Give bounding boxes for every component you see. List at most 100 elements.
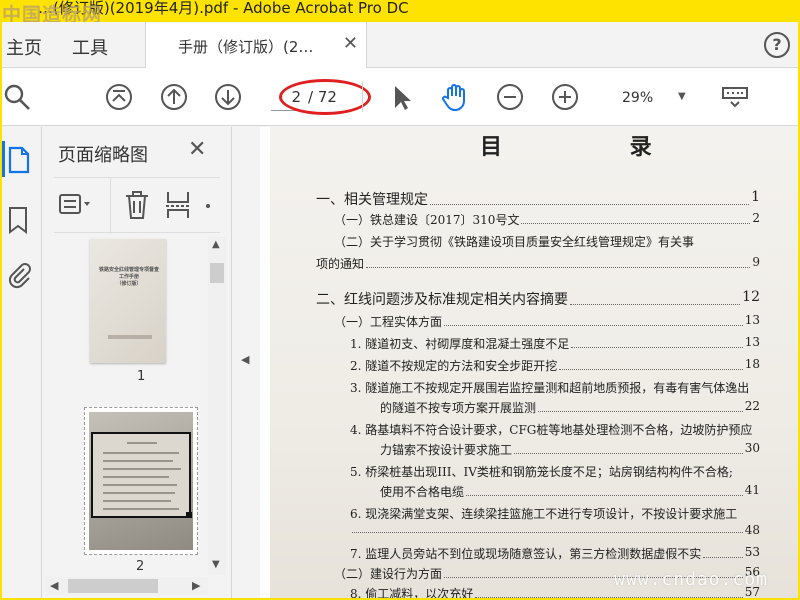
rail-active-indicator — [2, 141, 5, 177]
toc-entry-text: 的隧道不按专项方案开展监测 — [380, 401, 537, 415]
toc-entry: 5. 桥梁桩基出现III、IV类桩和钢筋笼长度不足；站房钢结构构件不合格; — [350, 463, 760, 480]
toc-entry-text: 6. 现浇梁满堂支架、连续梁挂篮施工不进行专项设计，不按设计要求施工 — [350, 507, 738, 521]
scroll-down-icon[interactable]: ▼ — [212, 559, 220, 570]
zoom-dropdown-icon[interactable]: ▼ — [678, 91, 686, 102]
toc-leader-dots — [366, 255, 751, 268]
toc-entry-page: 12 — [742, 289, 760, 305]
toc-leader-dots — [430, 189, 750, 205]
toc-entry: 项的通知 9 — [316, 255, 760, 272]
thumbnail-1-text: 铁路安全红线管理专项督查工作手册 （修订版） — [98, 267, 159, 287]
toc-entry: 7. 监理人员旁站不到位或现场随意签认，第三方检测数据虚假不实 53 — [350, 545, 760, 562]
scroll-right-icon[interactable]: ▶ — [192, 579, 200, 592]
scrollbar-thumb[interactable] — [68, 579, 158, 593]
toc-entry-page: 41 — [744, 483, 760, 497]
crop-pages-icon[interactable] — [164, 190, 192, 220]
toc-entry: 一、相关管理规定 1 — [316, 189, 760, 209]
bookmark-icon[interactable] — [6, 205, 32, 235]
viewport-selection-box[interactable] — [91, 432, 191, 518]
thumbnail-vertical-scrollbar[interactable]: ▲ ▼ — [208, 237, 226, 575]
options-menu-icon[interactable] — [58, 192, 92, 218]
thumb-line — [103, 484, 177, 486]
collapse-panel-icon[interactable]: ◀ — [241, 353, 249, 366]
toc-entry-text: （二）关于学习贯彻《铁路建设项目质量安全红线管理规定》有关事 — [334, 235, 695, 249]
toc-entry: 3. 隧道施工不按规定开展围岩监控量测和超前地质预报，有毒有害气体逸出 — [350, 379, 760, 396]
panel-collapse-strip[interactable]: ◀ — [232, 127, 260, 598]
toc-entry: （一）工程实体方面 13 — [334, 313, 760, 330]
next-page-icon[interactable] — [213, 82, 243, 112]
attachment-icon[interactable] — [6, 259, 32, 289]
first-page-icon[interactable] — [104, 82, 134, 112]
toc-entry-text: 2. 隧道不按规定的方法和安全步距开挖 — [350, 359, 558, 373]
toc-entry-page: 53 — [744, 545, 760, 559]
tab-document[interactable]: 手册（修订版）(2… ✕ — [145, 22, 367, 68]
panel-divider — [110, 178, 111, 234]
panel-toolbar — [54, 177, 220, 234]
toc-leader-dots — [571, 335, 743, 348]
document-view[interactable]: 目 录 一、相关管理规定 1 （一）铁总建设〔2017〕310号文 2 （二）关于学习贯… — [260, 127, 798, 598]
toc-leader-dots — [696, 233, 758, 246]
toc-entry-text: 1. 隧道初支、衬砌厚度和混凝土强度不足 — [350, 337, 570, 351]
tab-tools[interactable]: 工具 — [72, 34, 108, 60]
thumbnail-page-2[interactable] — [84, 407, 198, 555]
toc-leader-dots — [444, 313, 743, 326]
thumb-line — [127, 442, 157, 444]
toc-entry-text: 5. 桥梁桩基出现III、IV类桩和钢筋笼长度不足；站房钢结构构件不合格; — [350, 465, 733, 479]
close-tab-icon[interactable]: ✕ — [343, 33, 358, 54]
toc-leader-dots — [703, 545, 743, 558]
toc-leader-dots — [559, 357, 743, 370]
thumbnail-label: 2 — [136, 559, 145, 573]
toolbar: 2 / 72 29% ▼ — [2, 68, 798, 126]
tab-document-label: 手册（修订版）(2… — [178, 38, 314, 56]
toc-entry: 48 — [350, 523, 760, 537]
zoom-in-icon[interactable] — [550, 82, 580, 112]
toc-leader-dots — [735, 463, 758, 476]
previous-page-icon[interactable] — [159, 82, 189, 112]
toc-entry-text: 一、相关管理规定 — [316, 192, 428, 208]
thumb-line — [103, 508, 179, 510]
toc-leader-dots — [739, 505, 758, 518]
help-icon[interactable]: ? — [764, 32, 790, 58]
toc-entry-text: 7. 监理人员旁站不到位或现场随意签认，第三方检测数据虚假不实 — [350, 547, 702, 561]
toc-entry-text: （一）工程实体方面 — [334, 315, 443, 329]
toc-entry-text: 二、红线问题涉及标准规定相关内容摘要 — [316, 292, 568, 308]
page-thumbnails-icon[interactable] — [6, 145, 32, 175]
zoom-level[interactable]: 29% — [622, 90, 653, 106]
hand-tool-icon[interactable] — [440, 82, 470, 112]
toc-entry-text: （二）建设行为方面 — [334, 567, 443, 581]
toc-leader-dots — [751, 379, 758, 392]
scrollbar-thumb[interactable] — [210, 263, 224, 283]
search-icon[interactable] — [2, 82, 32, 112]
select-arrow-icon[interactable] — [386, 82, 416, 112]
toc-entry: 使用不合格电缆 41 — [380, 483, 760, 500]
toc-leader-dots — [754, 421, 758, 434]
tab-home[interactable]: 主页 — [6, 34, 42, 60]
toc-entry: 1. 隧道初支、衬砌厚度和混凝土强度不足 13 — [350, 335, 760, 352]
toc-entry-text: 4. 路基填料不符合设计要求，CFG桩等地基处理检测不合格，边坡防护预应 — [350, 423, 753, 437]
thumb-line — [103, 476, 169, 478]
delete-icon[interactable] — [124, 190, 150, 220]
close-panel-icon[interactable]: ✕ — [188, 137, 206, 162]
toc-entry: 二、红线问题涉及标准规定相关内容摘要 12 — [316, 289, 760, 309]
toolbar-divider — [362, 82, 363, 112]
thumb-line — [103, 460, 173, 462]
toc-title: 目 录 — [480, 134, 712, 160]
toc-entry-text: 项的通知 — [316, 257, 365, 271]
toc-entry: 2. 隧道不按规定的方法和安全步距开挖 18 — [350, 357, 760, 374]
scroll-left-icon[interactable]: ◀ — [50, 579, 58, 592]
thumbnail-page-1[interactable]: 铁路安全红线管理专项督查工作手册 （修订版） — [90, 239, 166, 363]
toc-entry-text: 力锚索不按设计要求施工 — [380, 443, 513, 457]
toc-leader-dots — [352, 523, 743, 533]
zoom-out-icon[interactable] — [495, 82, 525, 112]
thumbnail-horizontal-scrollbar[interactable]: ◀ ▶ — [46, 577, 208, 595]
thumb-line — [103, 492, 175, 494]
scroll-up-icon[interactable]: ▲ — [212, 239, 220, 250]
more-options-icon[interactable] — [206, 204, 210, 208]
selection-resize-handle[interactable] — [186, 512, 192, 518]
toc-entry: （一）铁总建设〔2017〕310号文 2 — [334, 211, 760, 228]
toc-leader-dots — [538, 399, 743, 412]
left-rail — [2, 127, 42, 598]
pdf-page: 目 录 一、相关管理规定 1 （一）铁总建设〔2017〕310号文 2 （二）关于学习贯… — [270, 127, 798, 598]
toc-entry-page: 30 — [744, 441, 760, 455]
toc-entry-page: 22 — [744, 399, 760, 413]
keyboard-icon[interactable] — [720, 82, 750, 112]
